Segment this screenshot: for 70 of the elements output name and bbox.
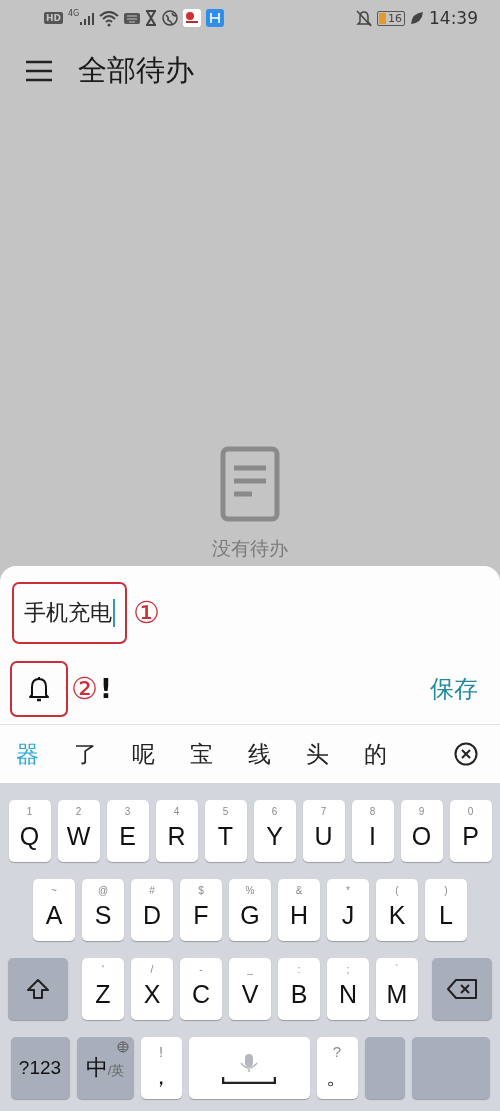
key[interactable]: ( K: [376, 879, 418, 941]
key[interactable]: / X: [131, 958, 173, 1020]
symbols-key[interactable]: ?123: [10, 1037, 70, 1099]
key[interactable]: 2 W: [57, 800, 100, 862]
language-key[interactable]: 中/英: [76, 1037, 134, 1099]
punctuation-key[interactable]: ! ，: [140, 1037, 182, 1099]
key[interactable]: 6 Y: [253, 800, 296, 862]
candidate-word[interactable]: 了: [74, 738, 132, 770]
key[interactable]: ' Z: [82, 958, 124, 1020]
key[interactable]: 5 T: [204, 800, 247, 862]
save-button[interactable]: 保存: [430, 673, 478, 705]
keyboard-icon: [124, 12, 141, 24]
key[interactable]: % G: [229, 879, 271, 941]
key[interactable]: 4 R: [155, 800, 198, 862]
key[interactable]: _ V: [229, 958, 271, 1020]
bell-icon: [27, 676, 51, 702]
candidate-word[interactable]: 呢: [132, 738, 190, 770]
key[interactable]: ~ A: [33, 879, 75, 941]
candidate-word[interactable]: 线: [248, 738, 306, 770]
globe-icon: [116, 1041, 129, 1053]
key[interactable]: * J: [327, 879, 369, 941]
clear-button[interactable]: [454, 742, 478, 766]
input-field[interactable]: 手机充电: [24, 598, 115, 628]
globe-icon: [162, 10, 179, 26]
key[interactable]: ; N: [327, 958, 369, 1020]
key[interactable]: 0 P: [449, 800, 492, 862]
leaf-icon: [410, 11, 424, 25]
document-icon: [220, 446, 280, 522]
candidate-word[interactable]: 宝: [190, 738, 248, 770]
key[interactable]: # D: [131, 879, 173, 941]
priority-mark[interactable]: !: [99, 674, 112, 704]
shift-key[interactable]: [8, 958, 68, 1020]
key[interactable]: & H: [278, 879, 320, 941]
hd-badge: HD: [44, 12, 63, 24]
key[interactable]: - C: [180, 958, 222, 1020]
backspace-key[interactable]: [432, 958, 492, 1020]
close-icon: [454, 742, 478, 766]
hourglass-icon: [145, 10, 158, 26]
key[interactable]: ) L: [425, 879, 467, 941]
key[interactable]: 3 E: [106, 800, 149, 862]
bell-off-icon: [356, 9, 372, 27]
app-icon: [183, 9, 202, 27]
step-number: ②: [71, 674, 98, 704]
candidate-word[interactable]: 的: [364, 738, 422, 770]
key[interactable]: $ F: [180, 879, 222, 941]
empty-message: 没有待办: [212, 536, 288, 561]
key[interactable]: @ S: [82, 879, 124, 941]
menu-icon: [26, 60, 52, 82]
text-cursor: [113, 599, 115, 627]
key[interactable]: 8 I: [351, 800, 394, 862]
candidate-word[interactable]: 头: [306, 738, 364, 770]
page-title: 全部待办: [78, 52, 194, 89]
signal-icon: [80, 11, 95, 25]
reminder-button[interactable]: [27, 676, 51, 702]
app-icon: [206, 9, 225, 27]
key[interactable]: ` M: [376, 958, 418, 1020]
backspace-icon: [447, 978, 477, 1000]
battery-level: 16: [377, 10, 405, 26]
space-mic-icon: [222, 1052, 276, 1084]
step-number: ①: [133, 598, 160, 628]
key[interactable]: 7 U: [302, 800, 345, 862]
key[interactable]: 9 O: [400, 800, 443, 862]
menu-button[interactable]: [26, 60, 52, 82]
clock: 14:39: [429, 8, 478, 28]
key[interactable]: : B: [278, 958, 320, 1020]
wifi-icon: [99, 9, 120, 27]
network-type: 4G: [68, 9, 80, 18]
key[interactable]: 1 Q: [8, 800, 51, 862]
punctuation-key[interactable]: ? 。: [316, 1037, 358, 1099]
shift-icon: [26, 977, 50, 1001]
